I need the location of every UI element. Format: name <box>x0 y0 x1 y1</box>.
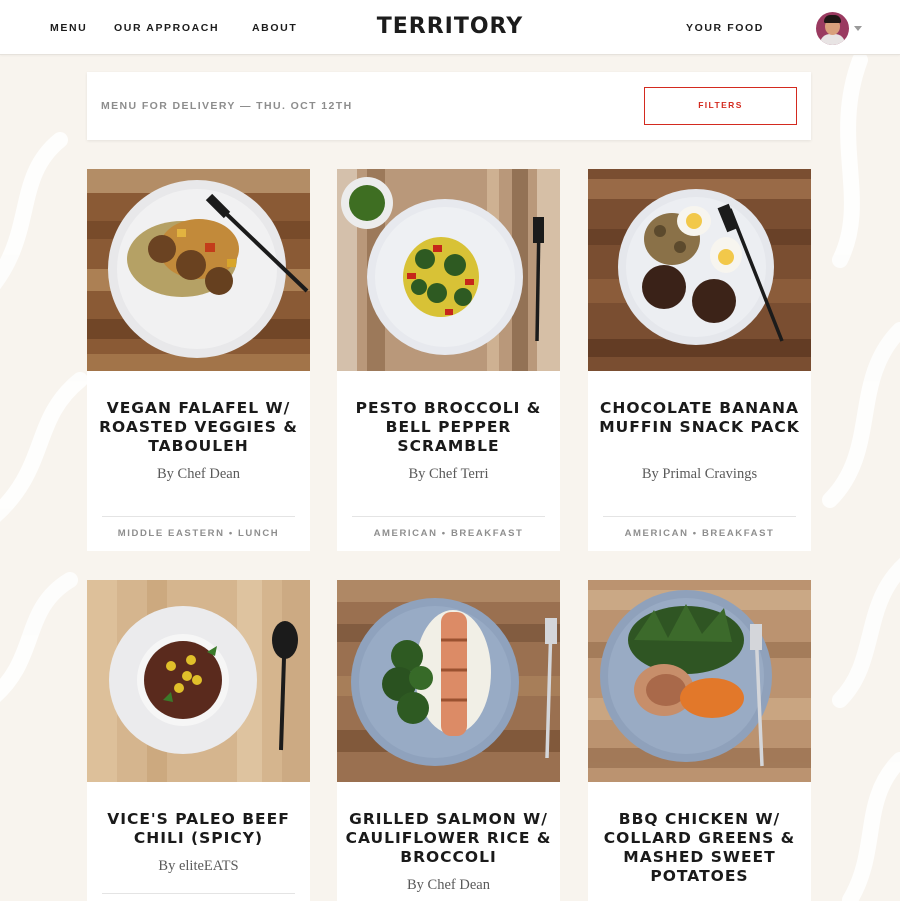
meal-chef: By eliteEATS <box>158 858 239 874</box>
meal-card[interactable]: VICE'S PALEO BEEF CHILI (SPICY) By elite… <box>87 580 310 901</box>
meal-card[interactable]: VEGAN FALAFEL W/ ROASTED VEGGIES & TABOU… <box>87 169 310 551</box>
delivery-date-label: MENU FOR DELIVERY — THU. OCT 12TH <box>101 100 353 112</box>
meal-chef: By Chef Dean <box>157 466 240 482</box>
meal-card[interactable]: BBQ CHICKEN W/ COLLARD GREENS & MASHED S… <box>588 580 811 901</box>
meal-photo <box>87 580 310 782</box>
meal-card[interactable]: CHOCOLATE BANANA MUFFIN SNACK PACK By Pr… <box>588 169 811 551</box>
meal-tags: MIDDLE EASTERN • LUNCH <box>117 528 280 539</box>
user-avatar[interactable] <box>816 12 849 45</box>
meal-card[interactable]: GRILLED SALMON W/ CAULIFLOWER RICE & BRO… <box>337 580 560 901</box>
meal-title[interactable]: VEGAN FALAFEL W/ ROASTED VEGGIES & TABOU… <box>95 399 302 456</box>
meal-chef: By Chef Dean <box>407 877 490 893</box>
meal-title[interactable]: PESTO BROCCOLI & BELL PEPPER SCRAMBLE <box>345 399 552 456</box>
meal-chef: By Chef Terri <box>408 466 489 482</box>
meal-title[interactable]: VICE'S PALEO BEEF CHILI (SPICY) <box>95 810 302 848</box>
meal-tags: AMERICAN • BREAKFAST <box>624 528 775 539</box>
meal-photo <box>337 580 560 782</box>
card-divider <box>102 893 295 894</box>
meal-title[interactable]: CHOCOLATE BANANA MUFFIN SNACK PACK <box>596 399 803 437</box>
chevron-down-icon[interactable] <box>854 26 862 31</box>
nav-your-food-link[interactable]: YOUR FOOD <box>686 22 764 34</box>
territory-logo[interactable]: TERRITORY <box>0 14 900 39</box>
meal-photo <box>87 169 310 371</box>
filters-button[interactable]: FILTERS <box>644 87 797 125</box>
meal-photo <box>337 169 560 371</box>
avatar-hair <box>824 15 841 23</box>
top-navigation-bar: MENU OUR APPROACH ABOUT TERRITORY YOUR F… <box>0 0 900 55</box>
avatar-shirt <box>820 34 845 45</box>
card-divider <box>352 516 545 517</box>
logo-text[interactable]: TERRITORY <box>377 14 523 39</box>
meal-chef: By Primal Cravings <box>641 466 758 482</box>
meal-title[interactable]: GRILLED SALMON W/ CAULIFLOWER RICE & BRO… <box>345 810 552 867</box>
meal-tags: AMERICAN • BREAKFAST <box>373 528 524 539</box>
meal-photo <box>588 580 811 782</box>
meal-title[interactable]: BBQ CHICKEN W/ COLLARD GREENS & MASHED S… <box>596 810 803 886</box>
meal-photo <box>588 169 811 371</box>
card-divider <box>102 516 295 517</box>
meal-card[interactable]: PESTO BROCCOLI & BELL PEPPER SCRAMBLE By… <box>337 169 560 551</box>
delivery-date-bar: MENU FOR DELIVERY — THU. OCT 12TH FILTER… <box>87 72 811 140</box>
card-divider <box>603 516 796 517</box>
